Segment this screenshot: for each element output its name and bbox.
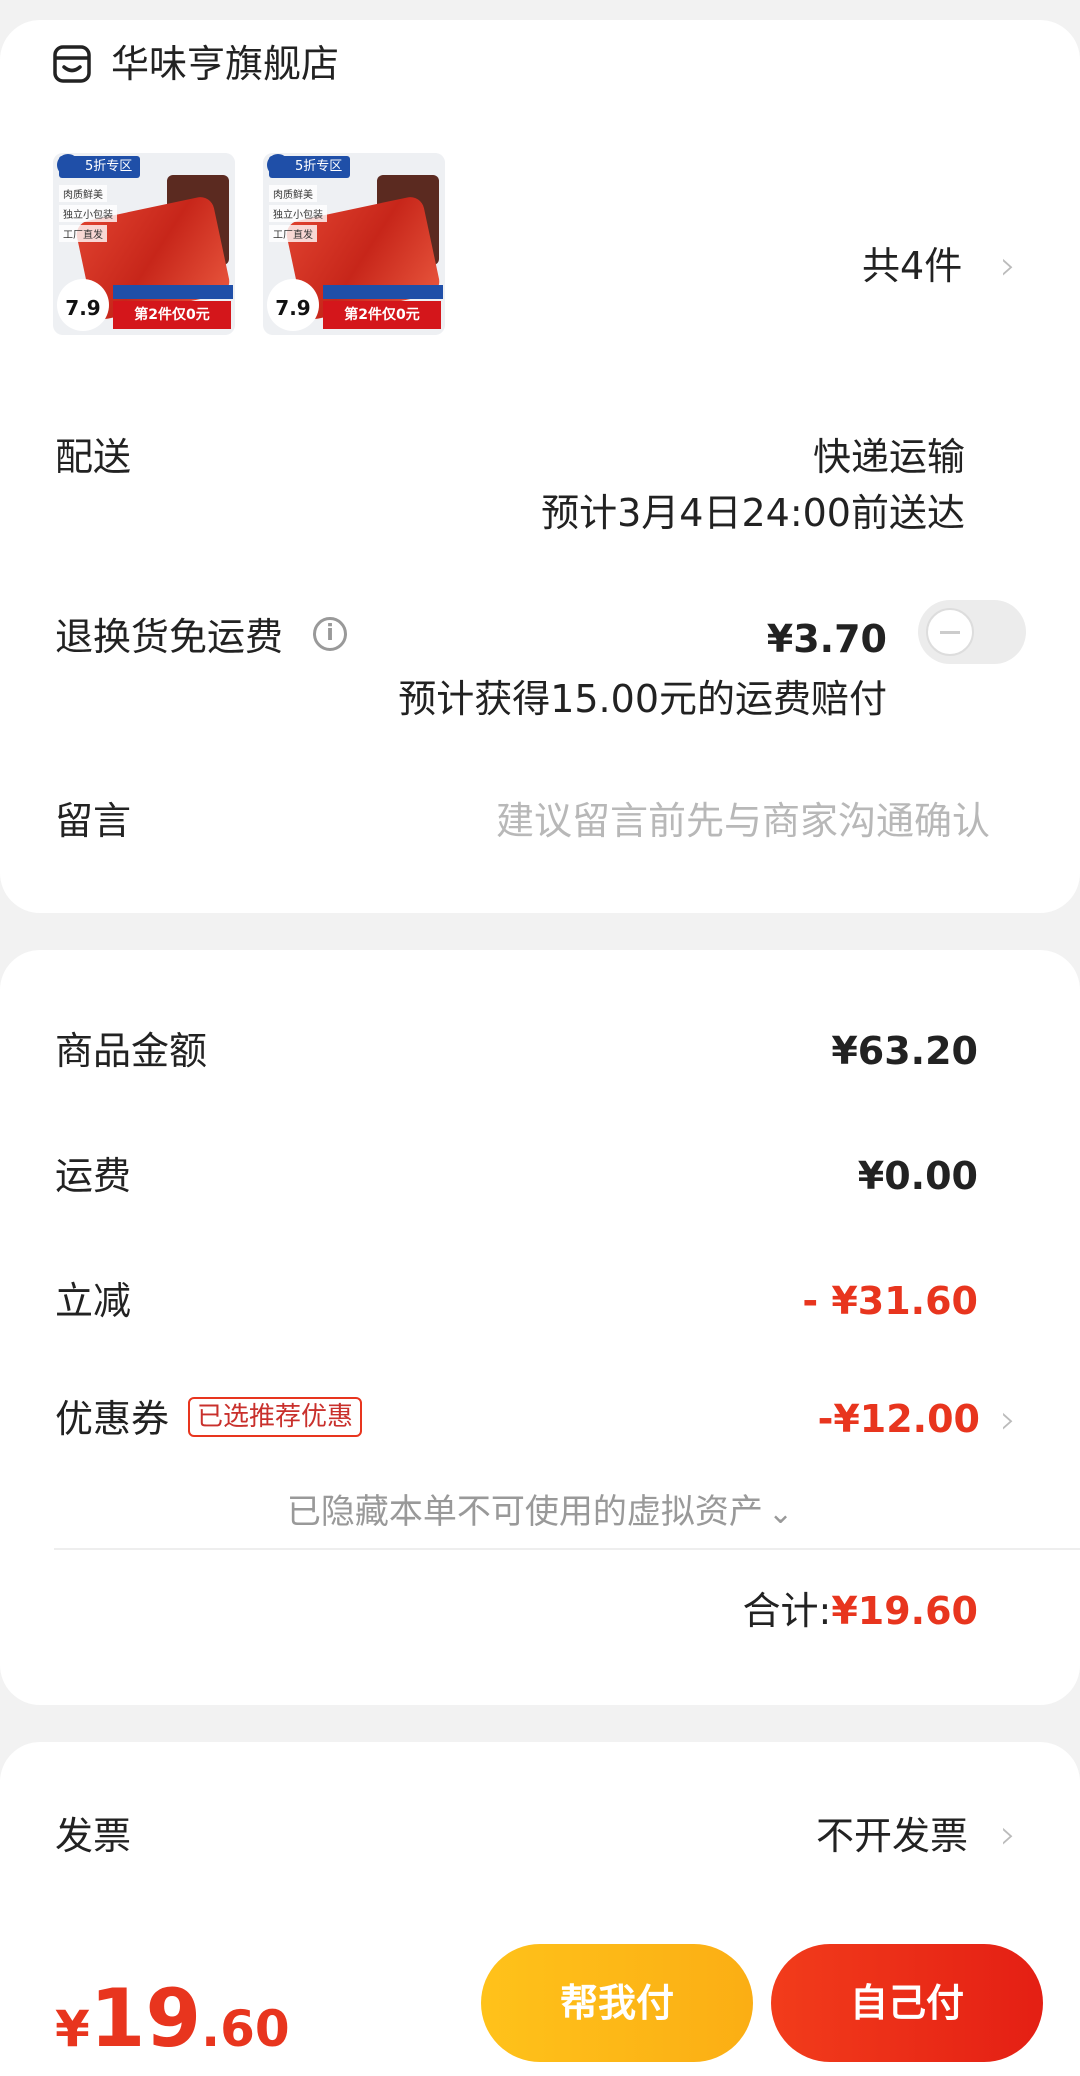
message-input[interactable]: 建议留言前先与商家沟通确认 xyxy=(496,802,990,840)
self-pay-button[interactable]: 自己付 xyxy=(771,1944,1043,2062)
coupon-value[interactable]: -¥12.00 xyxy=(818,1400,980,1438)
chevron-right-icon[interactable]: › xyxy=(1000,1397,1016,1443)
invoice-label: 发票 xyxy=(55,1814,132,1858)
shop-name[interactable]: 华味亨旗舰店 xyxy=(111,45,339,83)
product-thumbnail-1[interactable]: 5折专区 肉质鲜美 独立小包装 工厂直发 第2件仅0元 7.9 xyxy=(53,153,235,335)
return-insurance-price: ¥3.70 xyxy=(766,617,887,661)
delivery-method: 快递运输 xyxy=(812,435,965,479)
product-tag: 工厂直发 xyxy=(59,225,107,242)
items-count-prefix: 共 xyxy=(862,244,901,288)
shop-icon xyxy=(53,45,91,83)
product-tag: 独立小包装 xyxy=(59,205,117,222)
shipping-value: ¥0.00 xyxy=(857,1154,978,1198)
help-pay-button[interactable]: 帮我付 xyxy=(481,1944,753,2062)
invoice-value[interactable]: 不开发票 xyxy=(816,1817,968,1855)
delivery-estimate: 预计3月4日24:00前送达 xyxy=(541,491,965,535)
message-label: 留言 xyxy=(55,799,132,843)
promo-strip xyxy=(113,285,233,299)
divider xyxy=(54,1548,1080,1550)
product-tag: 工厂直发 xyxy=(269,225,317,242)
shipping-label: 运费 xyxy=(55,1154,132,1198)
promo-label: 第2件仅0元 xyxy=(113,301,231,329)
chevron-down-icon: ⌄ xyxy=(767,1496,794,1531)
toggle-knob xyxy=(926,608,974,656)
coupon-tag: 已选推荐优惠 xyxy=(188,1397,363,1437)
discount-zone-badge: 5折专区 xyxy=(59,156,141,178)
discount-value: - ¥31.60 xyxy=(802,1279,978,1323)
return-insurance-note: 预计获得15.00元的运费赔付 xyxy=(398,677,887,721)
coupon-label: 优惠券 xyxy=(55,1397,170,1441)
discount-label: 立减 xyxy=(55,1279,132,1323)
currency-symbol: ¥ xyxy=(55,2000,90,2058)
promo-strip xyxy=(323,285,443,299)
product-thumbnail-2[interactable]: 5折专区 肉质鲜美 独立小包装 工厂直发 第2件仅0元 7.9 xyxy=(263,153,445,335)
goods-amount-value: ¥63.20 xyxy=(831,1029,978,1073)
return-insurance-label: 退换货免运费 xyxy=(55,615,284,659)
total-value: ¥19.60 xyxy=(831,1589,978,1633)
checkout-total: ¥19.60 xyxy=(55,1972,290,2065)
items-count-suffix: 件 xyxy=(924,244,963,288)
promo-label: 第2件仅0元 xyxy=(323,301,441,329)
price-circle: 7.9 xyxy=(267,279,319,331)
goods-amount-label: 商品金额 xyxy=(55,1029,208,1073)
items-count-number: 4 xyxy=(900,244,925,288)
hidden-assets-toggle[interactable]: 已隐藏本单不可使用的虚拟资产 ⌄ xyxy=(0,1495,1080,1531)
total-label: 合计: xyxy=(742,1589,832,1633)
price-decimal: .60 xyxy=(201,2000,290,2058)
price-circle: 7.9 xyxy=(57,279,109,331)
product-tag: 独立小包装 xyxy=(269,205,327,222)
delivery-label: 配送 xyxy=(55,435,132,479)
product-tag: 肉质鲜美 xyxy=(269,185,317,202)
items-count[interactable]: 共4件 xyxy=(862,247,962,285)
price-integer: 19 xyxy=(89,1972,202,2065)
chevron-right-icon[interactable]: › xyxy=(1000,1812,1016,1858)
discount-zone-badge: 5折专区 xyxy=(269,156,351,178)
return-insurance-toggle[interactable] xyxy=(918,600,1026,664)
chevron-right-icon[interactable]: › xyxy=(1000,243,1016,289)
order-total: 合计:¥19.60 xyxy=(743,1592,978,1630)
info-icon[interactable]: i xyxy=(313,617,347,651)
hidden-assets-text: 已隐藏本单不可使用的虚拟资产 xyxy=(286,1492,763,1532)
product-tag: 肉质鲜美 xyxy=(59,185,107,202)
